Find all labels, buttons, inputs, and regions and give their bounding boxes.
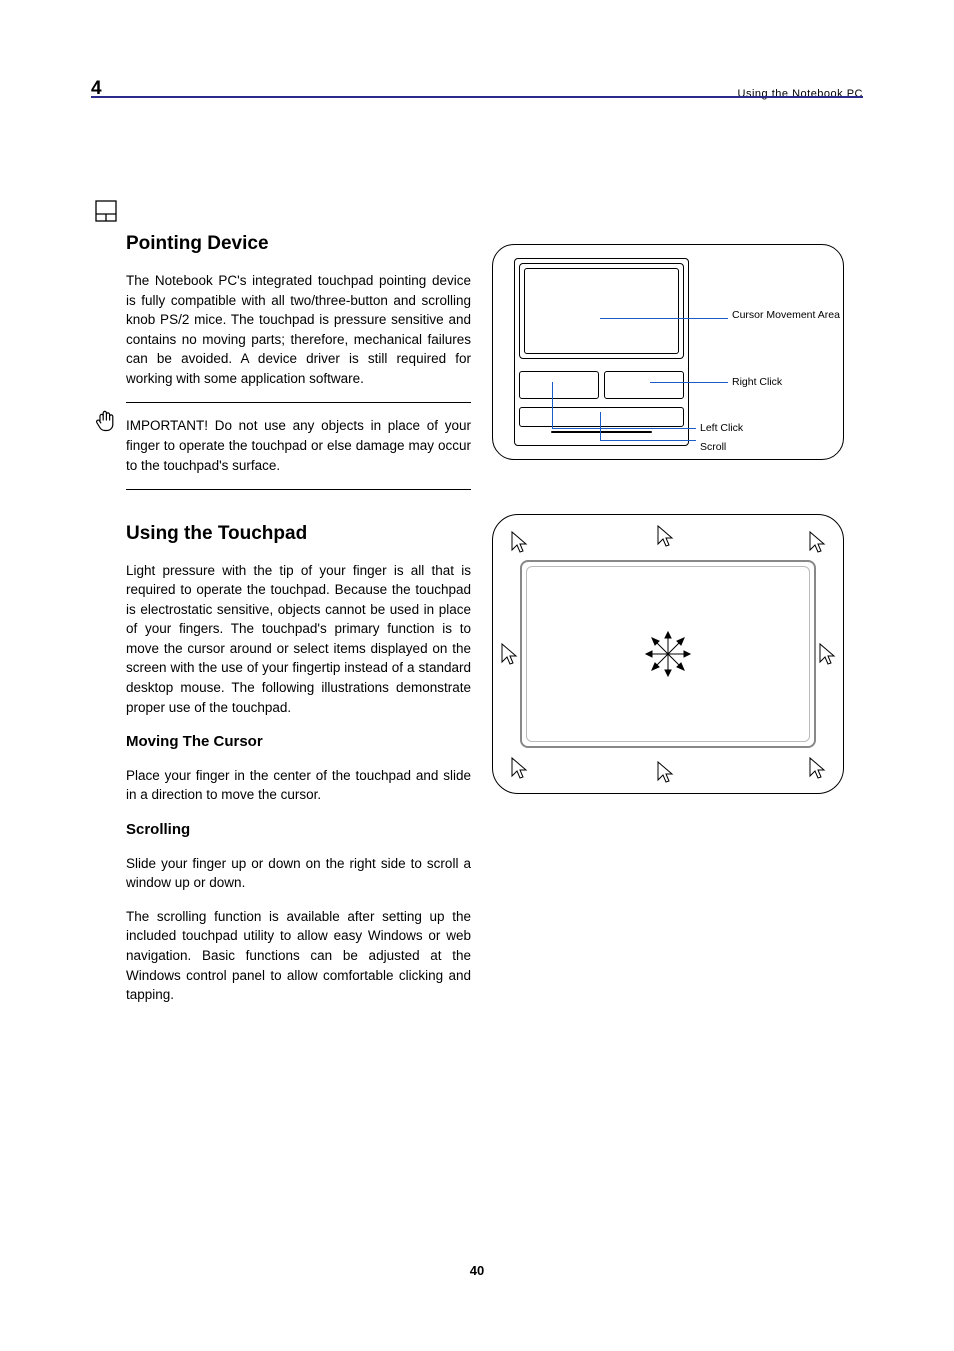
page-number: 40 [0, 1262, 954, 1281]
chapter-number: 4 [91, 75, 102, 103]
figure-touchpad-labeled: Cursor Movement Area Right Click Left Cl… [492, 244, 844, 460]
intro-paragraph: The Notebook PC's integrated touchpad po… [126, 271, 471, 388]
label-left-click: Left Click [700, 421, 743, 436]
footnote: The scrolling function is available afte… [126, 907, 471, 1005]
chapter-title: Using the Notebook PC [738, 87, 863, 103]
cursor-icon [500, 642, 518, 666]
label-right-click: Right Click [732, 375, 782, 390]
page-header: 4 Using the Notebook PC [91, 75, 863, 103]
cursor-icon [656, 760, 674, 784]
page: 4 Using the Notebook PC Pointing Device … [0, 0, 954, 1351]
figure-cursor-directions [492, 514, 844, 794]
header-rule [91, 96, 863, 98]
scrolling-body: Slide your finger up or down on the righ… [126, 854, 471, 893]
caution-text: IMPORTANT! Do not use any objects in pla… [126, 416, 471, 475]
cursor-icon [818, 642, 836, 666]
cursor-icon [808, 530, 826, 554]
moving-cursor-body: Place your finger in the center of the t… [126, 766, 471, 805]
scrolling-title: Scrolling [126, 819, 863, 841]
label-scroll: Scroll [700, 440, 726, 455]
note-rule-top [126, 402, 471, 403]
cursor-icon [510, 756, 528, 780]
cursor-icon [656, 524, 674, 548]
cursor-icon [510, 530, 528, 554]
cursor-icon [808, 756, 826, 780]
note-rule-bottom [126, 489, 471, 490]
direction-burst-icon [644, 630, 692, 678]
label-cursor-area: Cursor Movement Area [732, 308, 840, 323]
using-paragraph: Light pressure with the tip of your fing… [126, 561, 471, 718]
